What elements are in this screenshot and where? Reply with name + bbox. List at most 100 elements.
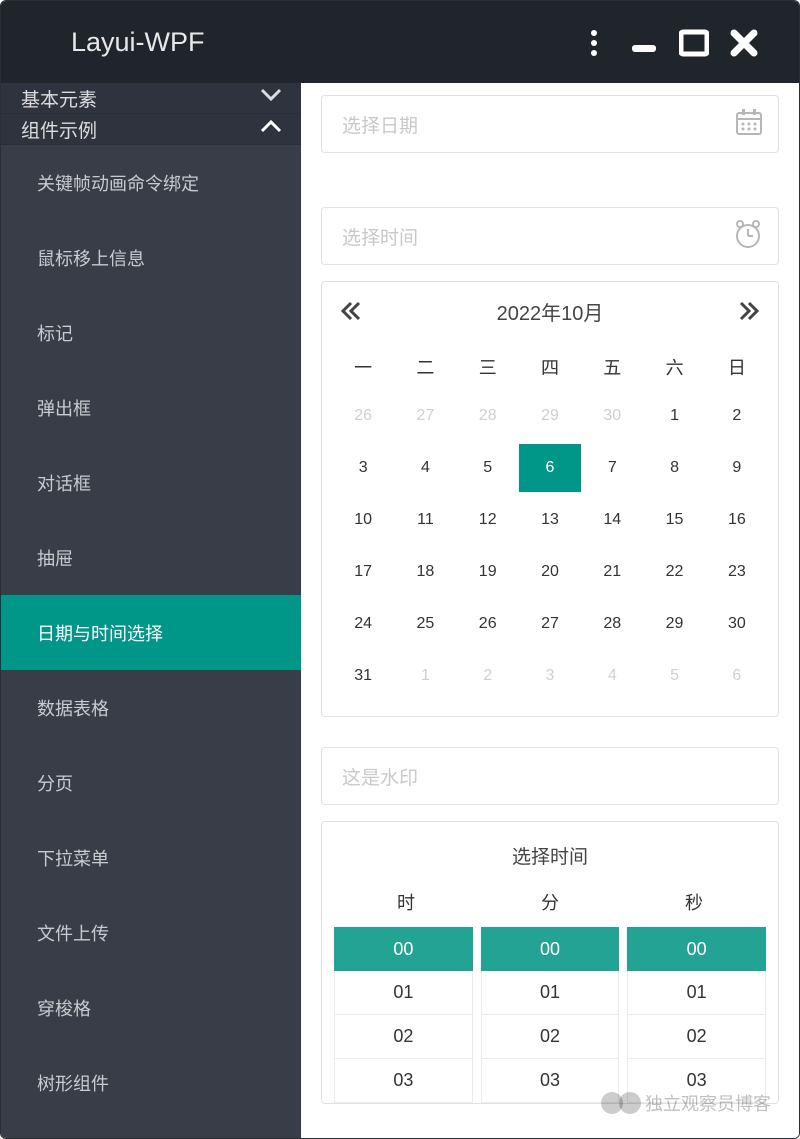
calendar-day[interactable]: 23 [706, 548, 768, 596]
date-input[interactable]: 选择日期 [321, 95, 779, 153]
prev-month-button[interactable] [322, 282, 378, 340]
calendar-day[interactable]: 27 [394, 392, 456, 440]
timepicker-title: 选择时间 [322, 822, 778, 889]
sidebar-item[interactable]: 日期与时间选择 [1, 595, 301, 670]
time-option[interactable]: 02 [627, 1015, 766, 1059]
calendar-day[interactable]: 11 [394, 496, 456, 544]
sidebar-item[interactable]: 文件上传 [1, 895, 301, 970]
calendar-day[interactable]: 5 [643, 652, 705, 700]
calendar-day[interactable]: 4 [394, 444, 456, 492]
calendar-day[interactable]: 2 [457, 652, 519, 700]
calendar-day[interactable]: 4 [581, 652, 643, 700]
calendar-day[interactable]: 19 [457, 548, 519, 596]
weekday-label: 日 [706, 340, 768, 392]
title-bar: Layui-WPF [1, 1, 799, 83]
calendar-day[interactable]: 29 [519, 392, 581, 440]
weekday-label: 一 [332, 340, 394, 392]
time-option[interactable]: 00 [334, 927, 473, 971]
sidebar-item[interactable]: 树形组件 [1, 1045, 301, 1120]
weekday-label: 五 [581, 340, 643, 392]
time-option[interactable]: 01 [627, 971, 766, 1015]
calendar-day[interactable]: 30 [581, 392, 643, 440]
sidebar-item[interactable]: 分页 [1, 745, 301, 820]
time-option[interactable]: 02 [334, 1015, 473, 1059]
weekday-label: 六 [643, 340, 705, 392]
next-month-button[interactable] [722, 282, 778, 340]
time-option[interactable]: 02 [481, 1015, 620, 1059]
nav-group-components[interactable]: 组件示例 [1, 114, 301, 145]
calendar-day[interactable]: 12 [457, 496, 519, 544]
calendar-day[interactable]: 21 [581, 548, 643, 596]
chevron-up-icon [259, 114, 283, 144]
time-input[interactable]: 选择时间 [321, 207, 779, 265]
sidebar-item[interactable]: 关键帧动画命令绑定 [1, 145, 301, 220]
weekday-label: 三 [457, 340, 519, 392]
calendar-day[interactable]: 2 [706, 392, 768, 440]
clock-icon [732, 218, 764, 255]
calendar-day[interactable]: 30 [706, 600, 768, 648]
calendar-day[interactable]: 8 [643, 444, 705, 492]
watermark-input[interactable]: 这是水印 [321, 747, 779, 805]
calendar-day[interactable]: 31 [332, 652, 394, 700]
calendar-day[interactable]: 1 [394, 652, 456, 700]
calendar-day[interactable]: 29 [643, 600, 705, 648]
calendar-day[interactable]: 28 [457, 392, 519, 440]
calendar-day[interactable]: 16 [706, 496, 768, 544]
calendar-day[interactable]: 1 [643, 392, 705, 440]
sidebar-item[interactable]: 鼠标移上信息 [1, 220, 301, 295]
hour-label: 时 [334, 889, 478, 915]
time-option[interactable]: 03 [627, 1059, 766, 1103]
calendar-day[interactable]: 27 [519, 600, 581, 648]
calendar-day[interactable]: 17 [332, 548, 394, 596]
calendar-month-label: 2022年10月 [497, 297, 604, 326]
time-option[interactable]: 03 [334, 1059, 473, 1103]
time-option[interactable]: 00 [627, 927, 766, 971]
sidebar-item[interactable]: 滑块 [1, 1120, 301, 1138]
chevron-down-icon [259, 83, 283, 113]
calendar-day[interactable]: 28 [581, 600, 643, 648]
minimize-button[interactable] [619, 27, 669, 58]
calendar-day[interactable]: 26 [457, 600, 519, 648]
sidebar-item[interactable]: 穿梭格 [1, 970, 301, 1045]
placeholder-text: 选择日期 [342, 111, 418, 138]
sidebar-item[interactable]: 抽屉 [1, 520, 301, 595]
time-option[interactable]: 01 [481, 971, 620, 1015]
placeholder-text: 选择时间 [342, 223, 418, 250]
nav-group-label: 组件示例 [21, 116, 259, 143]
calendar-day[interactable]: 26 [332, 392, 394, 440]
calendar-day[interactable]: 6 [519, 444, 581, 492]
nav-group-label: 基本元素 [21, 85, 259, 112]
calendar-day[interactable]: 3 [519, 652, 581, 700]
calendar-day[interactable]: 22 [643, 548, 705, 596]
time-option[interactable]: 00 [481, 927, 620, 971]
time-option[interactable]: 01 [334, 971, 473, 1015]
timepicker-panel: 选择时间 时 分 秒 00010203 00010203 00010203 [321, 821, 779, 1104]
calendar-day[interactable]: 20 [519, 548, 581, 596]
time-option[interactable]: 03 [481, 1059, 620, 1103]
calendar-day[interactable]: 9 [706, 444, 768, 492]
calendar-day[interactable]: 3 [332, 444, 394, 492]
calendar-day[interactable]: 5 [457, 444, 519, 492]
nav-group-basic[interactable]: 基本元素 [1, 83, 301, 114]
calendar-day[interactable]: 10 [332, 496, 394, 544]
more-icon[interactable] [569, 27, 619, 58]
calendar-day[interactable]: 13 [519, 496, 581, 544]
sidebar-item[interactable]: 对话框 [1, 445, 301, 520]
maximize-button[interactable] [669, 27, 719, 58]
calendar-day[interactable]: 24 [332, 600, 394, 648]
close-button[interactable] [719, 27, 769, 58]
calendar-day[interactable]: 6 [706, 652, 768, 700]
sidebar-item[interactable]: 数据表格 [1, 670, 301, 745]
calendar-icon [734, 107, 764, 142]
calendar-day[interactable]: 14 [581, 496, 643, 544]
calendar-day[interactable]: 18 [394, 548, 456, 596]
sidebar-item[interactable]: 弹出框 [1, 370, 301, 445]
calendar-day[interactable]: 15 [643, 496, 705, 544]
weekday-label: 二 [394, 340, 456, 392]
calendar-day[interactable]: 25 [394, 600, 456, 648]
calendar-panel: 2022年10月 一二三四五六日 26272829301234567891011… [321, 281, 779, 717]
sidebar-item[interactable]: 下拉菜单 [1, 820, 301, 895]
calendar-day[interactable]: 7 [581, 444, 643, 492]
sidebar-item[interactable]: 标记 [1, 295, 301, 370]
content-area: 选择日期 选择时间 2022年10月 [301, 83, 799, 1138]
